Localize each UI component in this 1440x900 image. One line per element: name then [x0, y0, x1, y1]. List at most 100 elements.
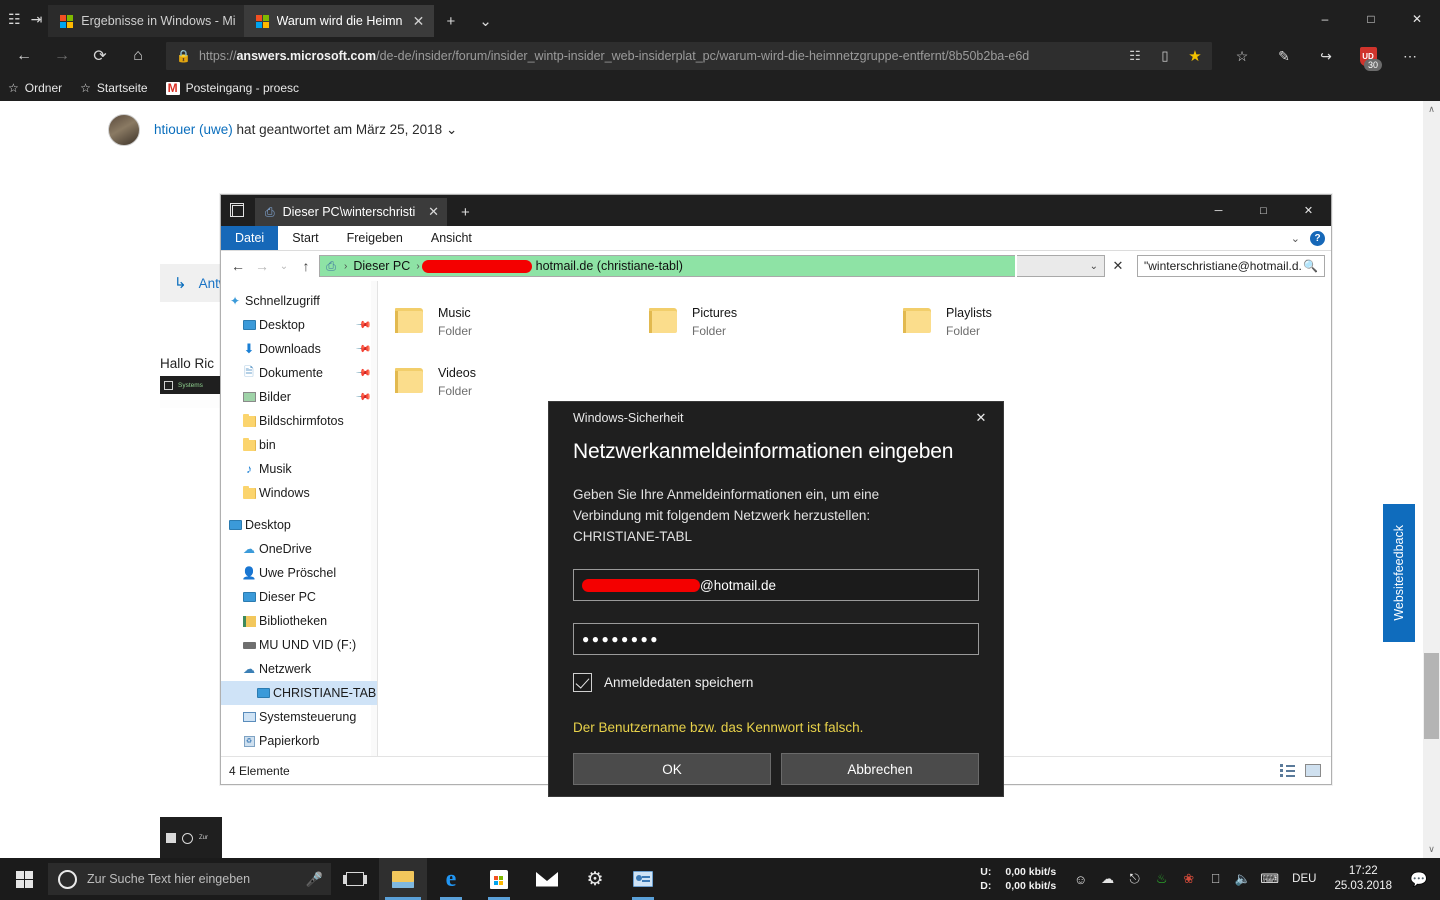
forward-icon[interactable]: →: [251, 254, 273, 278]
start-button[interactable]: [0, 858, 48, 900]
share-icon[interactable]: ↪: [1306, 40, 1346, 72]
star-icon[interactable]: ★: [1184, 47, 1206, 65]
close-icon[interactable]: ✕: [410, 13, 426, 30]
page-scrollbar[interactable]: ∧ ∨: [1423, 101, 1440, 858]
close-button[interactable]: ✕: [1394, 0, 1440, 37]
back-icon[interactable]: ←: [227, 254, 249, 278]
maximize-button[interactable]: □: [1241, 195, 1286, 226]
notes-icon[interactable]: ▯: [1154, 48, 1176, 64]
people-icon[interactable]: ☺: [1068, 858, 1093, 900]
breadcrumb-share[interactable]: hotmail.de (christiane-tabl): [532, 259, 687, 273]
onedrive-icon[interactable]: ☁: [1095, 858, 1120, 900]
network-icon[interactable]: ⎕: [1203, 858, 1228, 900]
taskbar-microsoft-store[interactable]: [475, 858, 523, 900]
minimize-button[interactable]: ─: [1196, 195, 1241, 226]
file-item-playlists[interactable]: Playlists Folder: [890, 291, 1144, 351]
nav-pane-item-dokumente[interactable]: 🗎 Dokumente 📌: [221, 361, 377, 385]
explorer-tab[interactable]: ⎙ Dieser PC\winterschristi ✕: [255, 198, 447, 226]
search-input[interactable]: "winterschristiane@hotmail.d... 🔍: [1137, 255, 1325, 277]
minimize-button[interactable]: –: [1302, 0, 1348, 37]
ribbon-tab-datei[interactable]: Datei: [221, 226, 279, 250]
new-tab-button[interactable]: +: [434, 5, 467, 37]
nav-pane-item-netzwerk[interactable]: ☁ Netzwerk: [221, 657, 377, 681]
pin-icon[interactable]: 📌: [354, 317, 371, 334]
large-icons-view-icon[interactable]: [1303, 762, 1323, 780]
windows-defender-icon[interactable]: ♨: [1149, 858, 1174, 900]
cortana-icon[interactable]: [58, 869, 77, 889]
nav-pane-item-onedrive[interactable]: ☁ OneDrive: [221, 537, 377, 561]
maximize-button[interactable]: □: [1348, 0, 1394, 37]
pin-icon[interactable]: 📌: [354, 389, 371, 406]
details-view-icon[interactable]: [1277, 762, 1297, 780]
reading-view-icon[interactable]: ☷: [1124, 48, 1146, 64]
address-bar[interactable]: 🔒 https://answers.microsoft.com/de-de/in…: [166, 42, 1212, 70]
ribbon-tab-freigeben[interactable]: Freigeben: [333, 226, 417, 250]
nav-pane-item-bilder[interactable]: Bilder 📌: [221, 385, 377, 409]
scroll-up-icon[interactable]: ∧: [1423, 101, 1440, 118]
clock[interactable]: 17:22 25.03.2018: [1326, 864, 1400, 894]
scrollbar-thumb[interactable]: [1424, 653, 1439, 739]
browser-tab-1[interactable]: Ergebnisse in Windows - Mi: [48, 5, 244, 37]
volume-icon[interactable]: 🔈: [1230, 858, 1255, 900]
taskbar-search-box[interactable]: Zur Suche Text hier eingeben 🎤: [48, 863, 331, 895]
set-tabs-aside-icon[interactable]: ☷: [8, 12, 21, 26]
taskbar-settings[interactable]: ⚙: [571, 858, 619, 900]
pin-icon[interactable]: 📌: [354, 365, 371, 382]
close-button[interactable]: ✕: [1286, 195, 1331, 226]
file-item-pictures[interactable]: Pictures Folder: [636, 291, 890, 351]
nav-pane-item-bin[interactable]: bin: [221, 433, 377, 457]
back-icon[interactable]: ←: [6, 40, 42, 72]
new-tab-button[interactable]: +: [447, 198, 484, 226]
nav-pane-item-bibliotheken[interactable]: Bibliotheken: [221, 609, 377, 633]
chevron-down-icon[interactable]: ⌄: [467, 5, 504, 37]
nav-pane-item-christiane-tabl[interactable]: CHRISTIANE-TABL: [221, 681, 377, 705]
close-icon[interactable]: ✕: [428, 204, 439, 220]
keyboard-icon[interactable]: ⌨: [1257, 858, 1282, 900]
website-feedback-tab[interactable]: Websitefeedback: [1383, 504, 1415, 642]
forward-icon[interactable]: →: [44, 40, 80, 72]
checkbox-icon[interactable]: [573, 673, 592, 692]
taskbar-mail[interactable]: [523, 858, 571, 900]
nav-pane-item-systemsteuerung[interactable]: Systemsteuerung: [221, 705, 377, 729]
file-item-music[interactable]: Music Folder: [382, 291, 636, 351]
address-dropdown-button[interactable]: ⌄: [1017, 255, 1105, 277]
nav-pane-item-mu-und-vid-f[interactable]: MU UND VID (F:): [221, 633, 377, 657]
web-notes-icon[interactable]: ✎: [1264, 40, 1304, 72]
post-author-link[interactable]: htiouer (uwe): [154, 122, 233, 137]
nav-pane-item-uwe-pr-schel[interactable]: 👤 Uwe Pröschel: [221, 561, 377, 585]
scroll-down-icon[interactable]: ∨: [1423, 841, 1440, 858]
explorer-sets-icon[interactable]: [221, 195, 255, 226]
chevron-down-icon[interactable]: ⌄: [1291, 232, 1300, 245]
favorite-item-posteingang[interactable]: M Posteingang - proesc: [165, 81, 299, 95]
browser-tab-2[interactable]: Warum wird die Heimn ✕: [243, 5, 435, 37]
help-icon[interactable]: ?: [1310, 231, 1325, 246]
task-view-button[interactable]: [331, 858, 379, 900]
address-clear-icon[interactable]: ✕: [1107, 255, 1129, 277]
recent-locations-icon[interactable]: ⌄: [275, 254, 293, 278]
language-indicator[interactable]: DEU: [1284, 873, 1324, 885]
search-icon[interactable]: 🔍: [1303, 259, 1318, 273]
tabs-you-set-aside-icon[interactable]: ⇥: [31, 12, 43, 26]
favorite-item-startseite[interactable]: ☆ Startseite: [80, 81, 147, 95]
address-breadcrumb-bar[interactable]: ⎙ › Dieser PC › hotmail.de (christiane-t…: [319, 255, 1015, 277]
nav-pane-item-desktop[interactable]: Desktop 📌: [221, 313, 377, 337]
ok-button[interactable]: OK: [573, 753, 771, 785]
nav-pane-item-papierkorb[interactable]: ♻ Papierkorb: [221, 729, 377, 753]
navigation-pane[interactable]: ✦ Schnellzugriff Desktop 📌 ⬇ Downloads 📌 🗎 Dokum…: [221, 281, 378, 756]
refresh-icon[interactable]: ⟳: [82, 40, 118, 72]
nav-pane-item-desktop[interactable]: Desktop: [221, 513, 377, 537]
taskbar-edge-browser[interactable]: e: [427, 858, 475, 900]
username-field[interactable]: @hotmail.de: [573, 569, 979, 601]
ribbon-tab-start[interactable]: Start: [278, 226, 332, 250]
ublock-icon[interactable]: UD 30: [1348, 40, 1388, 72]
password-field[interactable]: ●●●●●●●●: [573, 623, 979, 655]
cancel-button[interactable]: Abbrechen: [781, 753, 979, 785]
chevron-down-icon[interactable]: ⌄: [446, 122, 457, 137]
usb-eject-icon[interactable]: ⎋: [1122, 858, 1147, 900]
nav-pane-item-downloads[interactable]: ⬇ Downloads 📌: [221, 337, 377, 361]
nav-pane-item-windows[interactable]: Windows: [221, 481, 377, 505]
network-speed-monitor[interactable]: U: D: 0,00 kbit/s 0,00 kbit/s: [980, 865, 1066, 893]
nav-pane-item-bildschirmfotos[interactable]: Bildschirmfotos: [221, 409, 377, 433]
nav-pane-item-musik[interactable]: ♪ Musik: [221, 457, 377, 481]
nvidia-icon[interactable]: ❀: [1176, 858, 1201, 900]
